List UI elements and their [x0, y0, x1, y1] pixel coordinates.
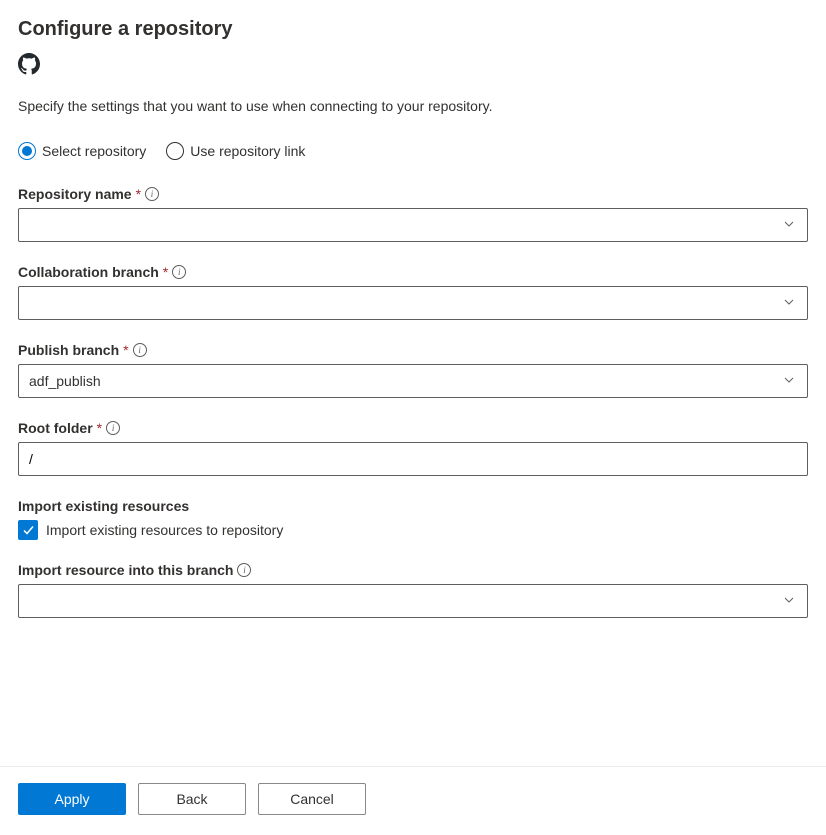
root-folder-input[interactable] — [18, 442, 808, 476]
checkmark-icon — [22, 524, 35, 537]
info-icon[interactable]: i — [172, 265, 186, 279]
import-existing-label: Import existing resources — [18, 498, 189, 514]
import-branch-dropdown[interactable] — [18, 584, 808, 618]
import-existing-checkbox[interactable] — [18, 520, 38, 540]
collaboration-branch-dropdown[interactable] — [18, 286, 808, 320]
import-existing-checkbox-label: Import existing resources to repository — [46, 522, 283, 538]
publish-branch-dropdown[interactable]: adf_publish — [18, 364, 808, 398]
footer-button-bar: Apply Back Cancel — [0, 766, 826, 835]
root-folder-label: Root folder — [18, 420, 93, 436]
dropdown-value: adf_publish — [29, 373, 101, 389]
back-button[interactable]: Back — [138, 783, 246, 815]
info-icon[interactable]: i — [145, 187, 159, 201]
radio-select-repository[interactable]: Select repository — [18, 142, 146, 160]
required-mark: * — [97, 420, 102, 436]
chevron-down-icon — [783, 295, 795, 311]
info-icon[interactable]: i — [106, 421, 120, 435]
radio-label: Use repository link — [190, 143, 305, 159]
radio-label: Select repository — [42, 143, 146, 159]
chevron-down-icon — [783, 593, 795, 609]
page-title: Configure a repository — [18, 18, 808, 41]
import-branch-label: Import resource into this branch — [18, 562, 233, 578]
required-mark: * — [163, 264, 168, 280]
radio-icon — [166, 142, 184, 160]
radio-use-repository-link[interactable]: Use repository link — [166, 142, 305, 160]
github-icon — [18, 53, 808, 78]
chevron-down-icon — [783, 217, 795, 233]
radio-icon — [18, 142, 36, 160]
info-icon[interactable]: i — [237, 563, 251, 577]
publish-branch-label: Publish branch — [18, 342, 119, 358]
chevron-down-icon — [783, 373, 795, 389]
collaboration-branch-label: Collaboration branch — [18, 264, 159, 280]
repository-name-label: Repository name — [18, 186, 132, 202]
required-mark: * — [123, 342, 128, 358]
description-text: Specify the settings that you want to us… — [18, 98, 808, 114]
cancel-button[interactable]: Cancel — [258, 783, 366, 815]
apply-button[interactable]: Apply — [18, 783, 126, 815]
required-mark: * — [136, 186, 141, 202]
repo-mode-radio-group: Select repository Use repository link — [18, 142, 808, 160]
info-icon[interactable]: i — [133, 343, 147, 357]
repository-name-dropdown[interactable] — [18, 208, 808, 242]
